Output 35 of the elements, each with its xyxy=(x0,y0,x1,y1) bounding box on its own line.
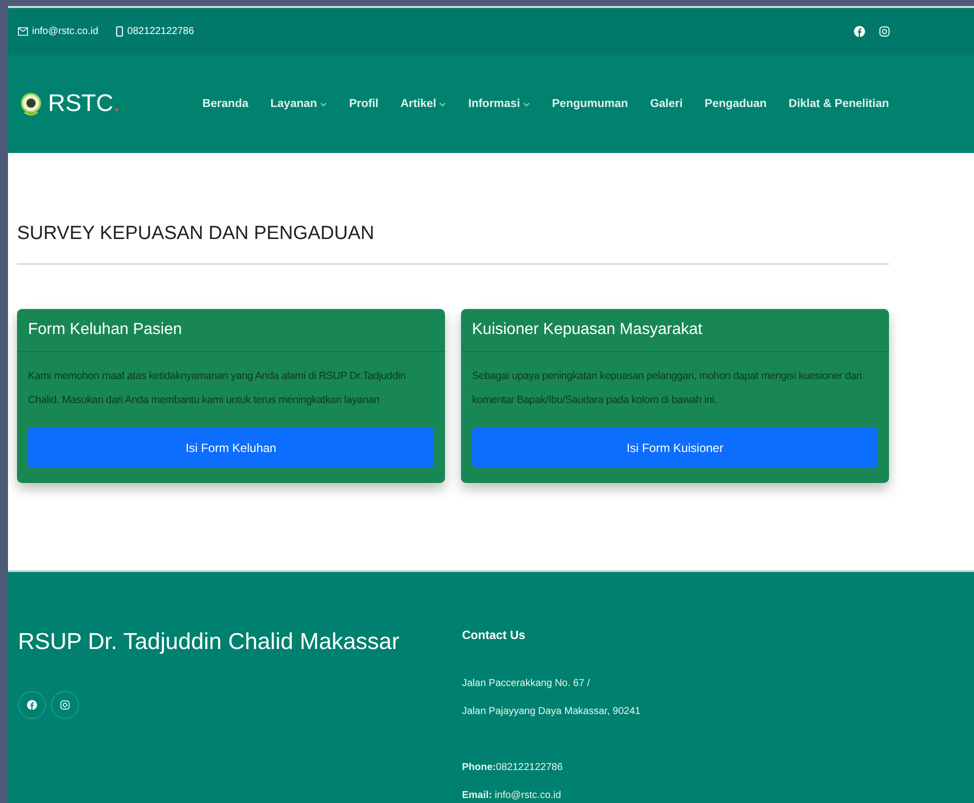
card-title: Form Keluhan Pasien xyxy=(17,309,445,352)
facebook-icon[interactable] xyxy=(854,26,865,37)
form-button[interactable]: Isi Form Keluhan xyxy=(28,427,434,468)
emblem-icon[interactable] xyxy=(20,92,42,116)
nav-link[interactable]: Layanan xyxy=(270,98,328,110)
card-text: Kami memohon maaf atas ketidaknyamanan yang Anda alami di RSUP Dr.Tadjuddin Chalid. Masukan dari Anda membantu kami untuk terus meningkatkan layanan xyxy=(28,369,407,408)
address-line: Jalan Paccerakkang No. 67 / xyxy=(462,677,591,691)
envelope-icon xyxy=(18,27,28,36)
phone-icon xyxy=(116,26,124,37)
nav-link[interactable]: Pengaduan xyxy=(704,98,767,110)
instagram-button[interactable] xyxy=(51,691,79,719)
contact-heading: Contact Us xyxy=(462,628,526,642)
instagram-icon xyxy=(60,700,70,710)
phone-line: Phone:082122122786 xyxy=(462,761,564,775)
section-title: SURVEY KEPUASAN DAN PENGADUAN xyxy=(17,223,889,265)
email-line: Email: info@rstc.co.id xyxy=(462,789,562,803)
nav-link[interactable]: Pengumuman xyxy=(552,98,628,110)
facebook-icon xyxy=(27,700,37,710)
nav-link[interactable]: Galeri xyxy=(650,98,683,110)
facebook-button[interactable] xyxy=(18,691,46,719)
form-button[interactable]: Isi Form Kuisioner xyxy=(472,427,878,468)
nav-link[interactable]: Beranda xyxy=(202,98,248,110)
card-text: Sebagai upaya peningkatan kepuasan pelanggan, mohon dapat mengisi kuesioner dan komentar Bapak/Ibu/Saudara pada kolom di bawah ini. xyxy=(472,369,863,408)
nav-link[interactable]: Artikel xyxy=(400,98,446,110)
phone-text: 082122122786 xyxy=(127,26,194,37)
footer-title: RSUP Dr. Tadjuddin Chalid Makassar xyxy=(18,628,400,655)
nav-link[interactable]: Diklat & Penelitian xyxy=(788,98,889,110)
nav-link[interactable]: Informasi xyxy=(468,98,530,110)
brand-name[interactable]: RSTC xyxy=(48,90,114,118)
address-line: Jalan Pajayyang Daya Makassar, 90241 xyxy=(462,705,640,719)
nav-link[interactable]: Profil xyxy=(349,98,378,110)
card-title: Kuisioner Kepuasan Masyarakat xyxy=(461,309,889,352)
brand-dot: . xyxy=(113,90,120,118)
email-text: info@rstc.co.id xyxy=(32,26,98,37)
instagram-icon[interactable] xyxy=(879,26,890,37)
